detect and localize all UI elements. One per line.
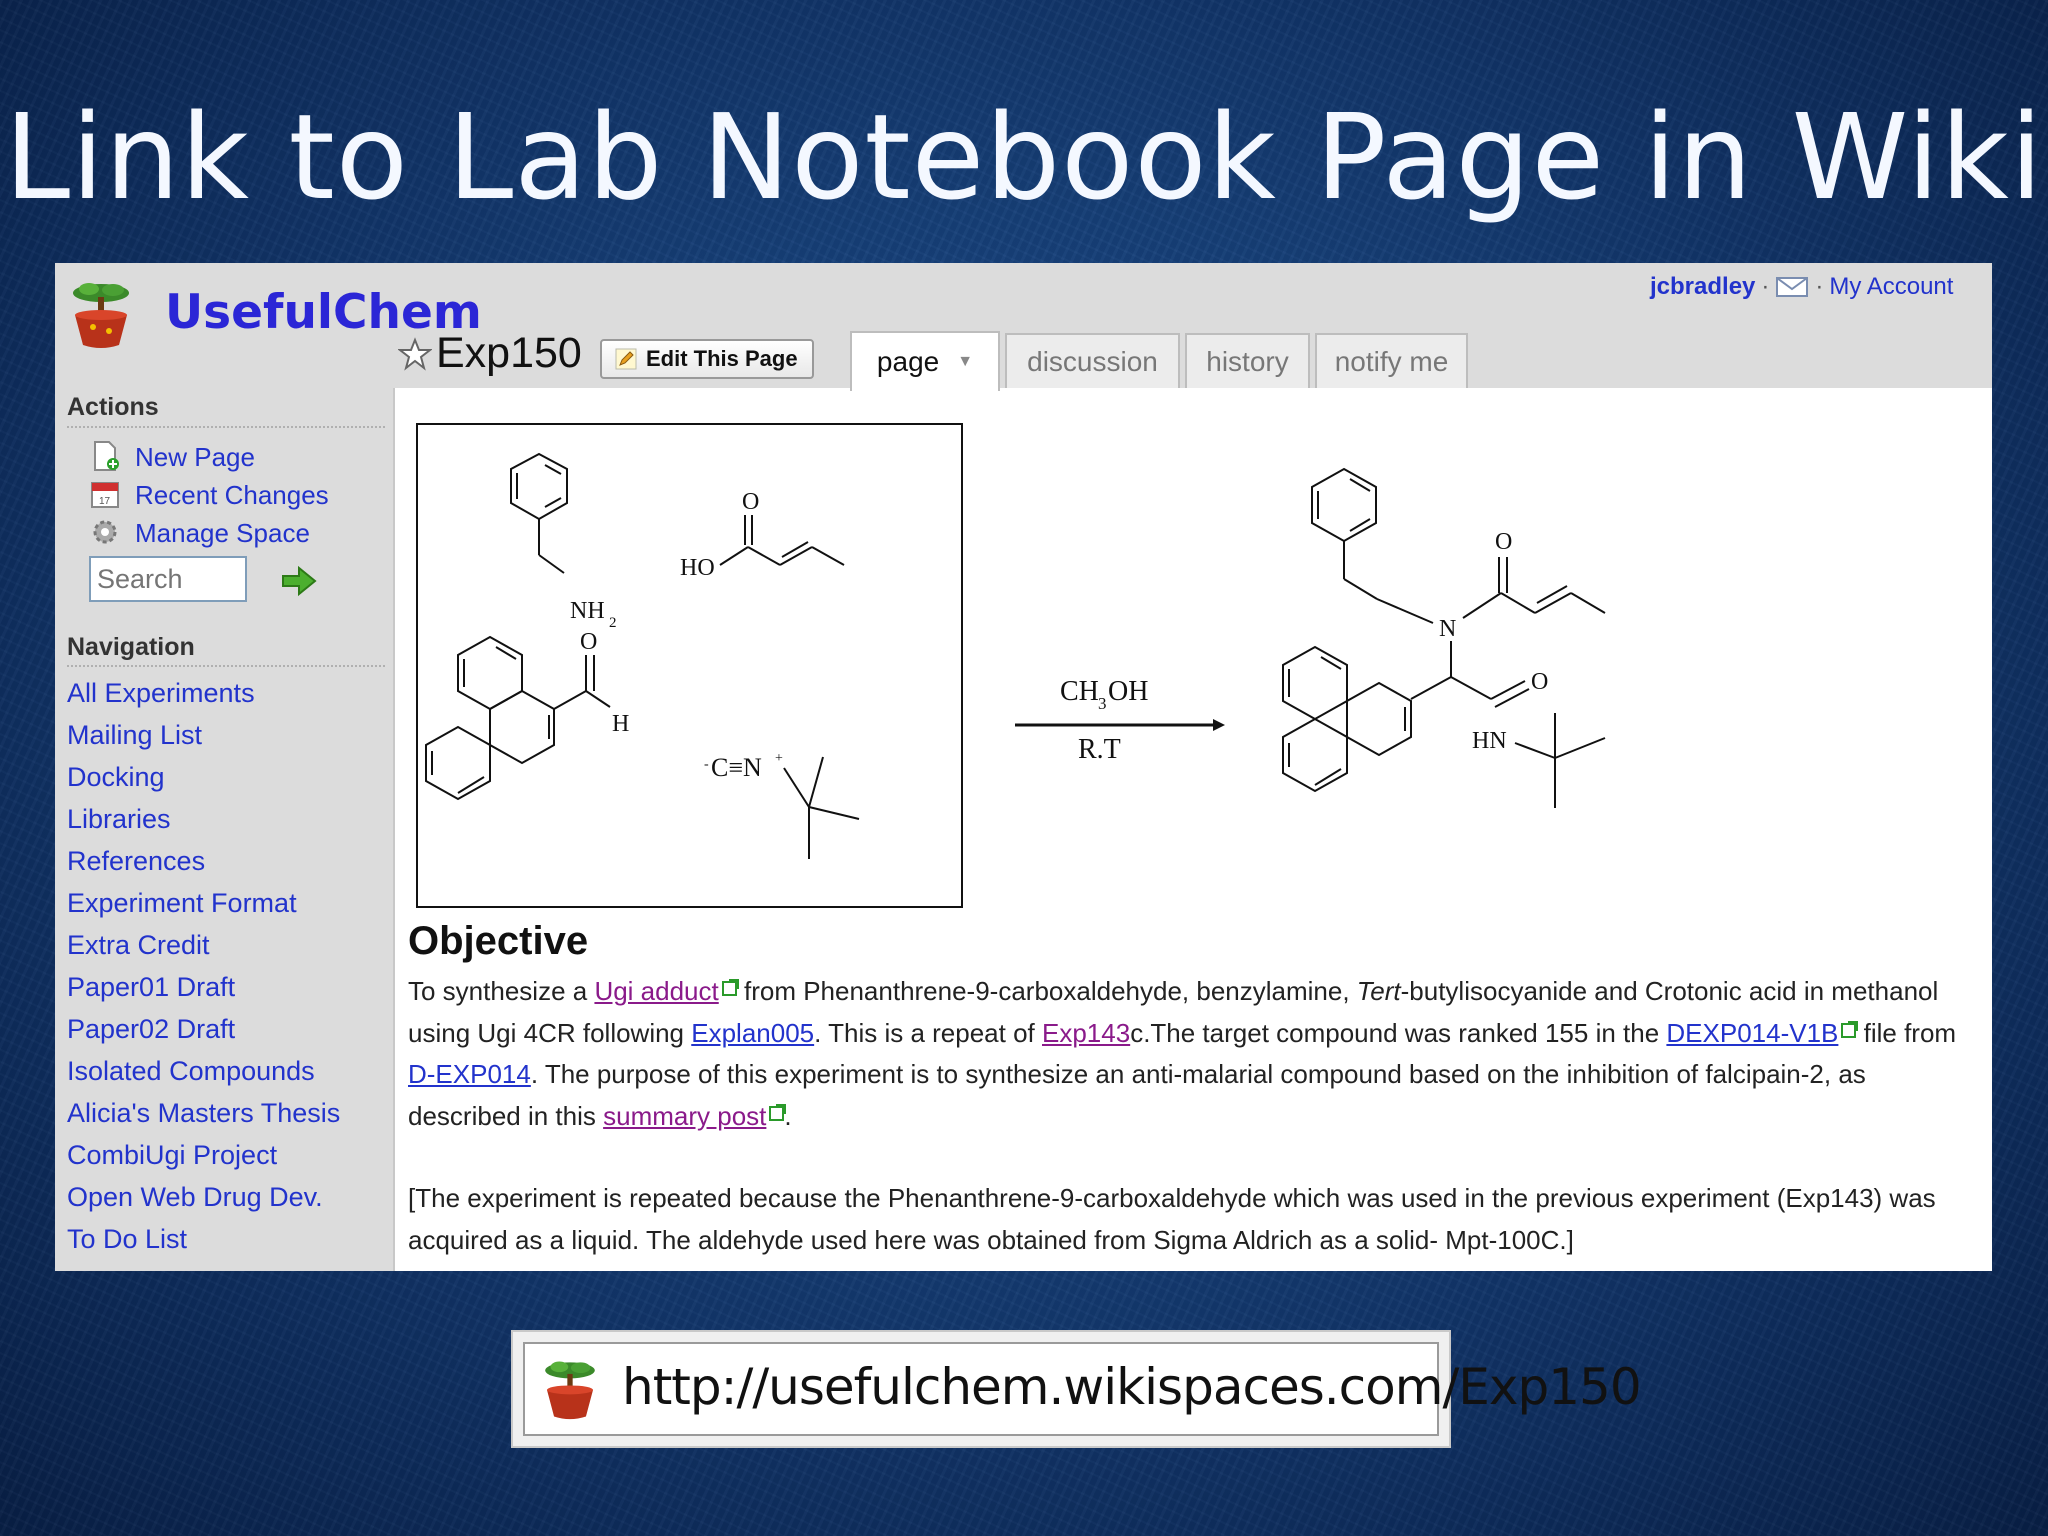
userbar-separator: ·	[1761, 273, 1770, 300]
tab-notify-me[interactable]: notify me	[1315, 333, 1468, 389]
nav-combiugi-project[interactable]: CombiUgi Project	[67, 1140, 277, 1171]
link-exp143[interactable]: Exp143	[1042, 1018, 1130, 1048]
solvent-tail: OH	[1108, 676, 1148, 707]
link-dexp014-v1b[interactable]: DEXP014-V1B	[1666, 1018, 1838, 1048]
repeat-note-paragraph: [The experiment is repeated because the …	[408, 1183, 1936, 1255]
tab-discussion-label: discussion	[1027, 346, 1158, 377]
link-summary-post[interactable]: summary post	[603, 1101, 766, 1131]
nav-paper01-draft[interactable]: Paper01 Draft	[67, 972, 235, 1003]
nav-all-experiments[interactable]: All Experiments	[67, 678, 255, 709]
isocyanide-label: C≡N	[711, 753, 762, 782]
link-explan005[interactable]: Explan005	[691, 1018, 814, 1048]
objective-text-italic: Tert	[1356, 976, 1401, 1006]
nav-experiment-format[interactable]: Experiment Format	[67, 888, 297, 919]
action-manage-space[interactable]: Manage Space	[135, 515, 310, 551]
actions-divider	[67, 426, 385, 428]
product-hn-label: HN	[1472, 728, 1507, 754]
reaction-arrow: CH 3 OH R.T	[1015, 676, 1225, 765]
product-o1-label: O	[1495, 529, 1512, 555]
reactants-box: NH 2 HO O O H - C≡N +	[416, 423, 963, 908]
nav-extra-credit[interactable]: Extra Credit	[67, 930, 210, 961]
action-new-page[interactable]: New Page	[135, 439, 255, 475]
tab-notify-me-label: notify me	[1334, 346, 1449, 377]
sidebar: UsefulChem Actions New Page 17 Recent Ch…	[55, 263, 482, 1271]
objective-text: from Phenanthrene-9-carboxaldehyde, benz…	[736, 976, 1357, 1006]
navigation-heading: Navigation	[67, 633, 195, 661]
tab-history-label: history	[1206, 346, 1289, 377]
mail-icon[interactable]	[1775, 275, 1809, 299]
nav-paper02-draft[interactable]: Paper02 Draft	[67, 1014, 235, 1045]
username-link[interactable]: jcbradley	[1650, 273, 1755, 301]
url-text[interactable]: http://usefulchem.wikispaces.com/Exp150	[622, 1352, 1642, 1422]
pencil-icon	[615, 348, 637, 370]
solvent-label: CH	[1060, 676, 1099, 707]
edit-page-button[interactable]: Edit This Page	[600, 339, 814, 379]
link-d-exp014[interactable]: D-EXP014	[408, 1059, 531, 1089]
user-bar: jcbradley · · My Account	[1650, 273, 1953, 301]
calendar-icon: 17	[91, 482, 119, 508]
address-field[interactable]: http://usefulchem.wikispaces.com/Exp150	[523, 1342, 1642, 1436]
aldehyde-o-label: O	[580, 629, 597, 655]
edit-page-label: Edit This Page	[646, 346, 798, 371]
tab-history[interactable]: history	[1185, 333, 1310, 389]
objective-text: c.The target compound was ranked 155 in …	[1130, 1017, 1667, 1048]
chevron-down-icon[interactable]: ▼	[957, 353, 973, 371]
slide-title: Link to Lab Notebook Page in Wiki	[4, 88, 2044, 226]
page-name-text: Exp150	[436, 329, 582, 377]
acid-o-label: O	[742, 489, 759, 515]
address-bar: http://usefulchem.wikispaces.com/Exp150	[511, 1330, 1642, 1448]
objective-text: To synthesize a	[408, 976, 595, 1006]
external-link-icon	[1841, 1020, 1859, 1038]
my-account-link[interactable]: My Account	[1829, 273, 1953, 301]
navigation-divider	[67, 665, 385, 667]
actions-heading: Actions	[67, 393, 159, 421]
nav-masters-thesis[interactable]: Alicia's Masters Thesis	[67, 1098, 340, 1129]
new-page-icon	[94, 441, 119, 471]
nav-open-web-drug-dev[interactable]: Open Web Drug Dev.	[67, 1182, 323, 1213]
external-link-icon	[769, 1103, 787, 1121]
page-title: Exp150	[398, 329, 582, 378]
nav-docking[interactable]: Docking	[67, 762, 165, 793]
objective-paragraph: To synthesize a Ugi adduct from Phenanth…	[408, 971, 1978, 1137]
svg-text:17: 17	[99, 496, 111, 507]
aldehyde-h-label: H	[612, 711, 629, 737]
isocyanide-minus: -	[704, 757, 709, 772]
bonsai-logo-icon[interactable]	[69, 279, 133, 349]
acid-ho-label: HO	[680, 555, 715, 581]
nav-to-do-list[interactable]: To Do List	[67, 1224, 187, 1255]
nh2-subscript: 2	[609, 615, 617, 631]
nav-isolated-compounds[interactable]: Isolated Compounds	[67, 1056, 315, 1087]
external-link-icon	[721, 979, 739, 996]
objective-text: . This is a repeat of	[814, 1017, 1042, 1048]
temperature-label: R.T	[1078, 734, 1121, 765]
search-go-icon[interactable]	[281, 565, 317, 597]
nh2-label: NH	[570, 598, 605, 624]
link-ugi-adduct[interactable]: Ugi adduct	[594, 976, 718, 1006]
tab-discussion[interactable]: discussion	[1005, 333, 1180, 389]
isocyanide-plus: +	[775, 751, 783, 766]
nav-references[interactable]: References	[67, 846, 205, 877]
nav-libraries[interactable]: Libraries	[67, 804, 171, 835]
site-favicon-icon	[545, 1361, 595, 1420]
action-recent-changes[interactable]: Recent Changes	[135, 477, 329, 513]
star-icon[interactable]	[398, 336, 432, 371]
wiki-screenshot: UsefulChem Actions New Page 17 Recent Ch…	[55, 263, 1992, 1271]
userbar-separator: ·	[1815, 273, 1824, 300]
objective-heading: Objective	[408, 919, 589, 963]
solvent-subscript: 3	[1098, 694, 1107, 713]
product-o2-label: O	[1531, 669, 1548, 695]
nav-mailing-list[interactable]: Mailing List	[67, 720, 202, 751]
tab-page[interactable]: page ▼	[850, 331, 1000, 391]
objective-text: file from	[1856, 1017, 1957, 1048]
search-input[interactable]	[89, 556, 247, 602]
product-n-label: N	[1439, 616, 1456, 642]
product-structure: N O O HN	[1282, 467, 1606, 808]
gear-icon	[93, 520, 117, 544]
reactants-structures: NH 2 HO O O H - C≡N +	[425, 452, 860, 859]
tab-page-label: page	[876, 346, 940, 377]
